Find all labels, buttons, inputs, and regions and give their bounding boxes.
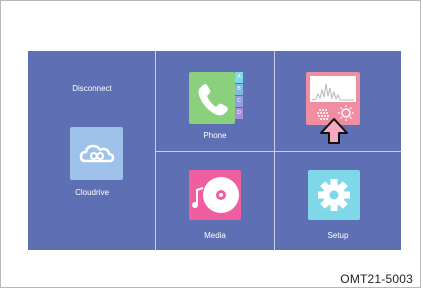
cloudrive-icon xyxy=(70,127,123,180)
media-tile[interactable]: Media xyxy=(156,152,274,250)
cloudrive-label: Cloudrive xyxy=(75,188,109,197)
phone-tab-b[interactable]: B xyxy=(235,84,243,95)
disconnect-label: Disconnect xyxy=(72,84,112,93)
setup-tile[interactable]: Setup xyxy=(275,152,401,250)
disconnect-button[interactable]: Disconnect xyxy=(28,79,155,99)
phone-icon xyxy=(189,72,235,124)
media-icon xyxy=(189,170,241,220)
setup-label: Setup xyxy=(327,231,349,240)
phone-tab-c[interactable]: C xyxy=(235,96,243,107)
media-label: Media xyxy=(204,231,226,240)
voice-tile[interactable] xyxy=(275,51,401,151)
phone-label: Phone xyxy=(203,131,227,140)
home-screen: Disconnect Cloudrive A B C D Phone Media… xyxy=(28,51,401,250)
phone-tile[interactable]: A B C D Phone xyxy=(156,51,274,151)
phone-tab-d[interactable]: D xyxy=(235,108,243,119)
figure-caption: OMT21-5003 xyxy=(340,272,413,286)
gear-icon xyxy=(308,170,360,220)
cloudrive-tile[interactable]: Cloudrive xyxy=(28,121,155,206)
pointer-arrow-icon xyxy=(320,118,348,144)
phone-tab-a[interactable]: A xyxy=(235,72,243,83)
